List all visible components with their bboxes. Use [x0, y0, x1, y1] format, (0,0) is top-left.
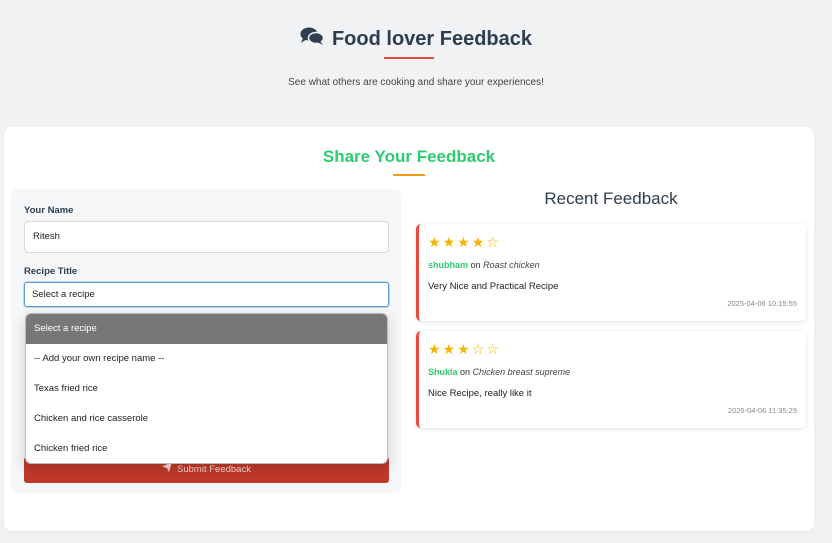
- page-subtitle: See what others are cooking and share yo…: [288, 77, 544, 88]
- section-underline: [393, 174, 425, 176]
- feedback-recipe: Roast chicken: [483, 260, 540, 270]
- share-feedback-title: Share Your Feedback: [322, 147, 496, 166]
- star-filled-icon: ★: [457, 234, 470, 250]
- dropdown-option[interactable]: Chicken and rice casserole: [26, 404, 387, 434]
- feedback-user: shubham: [428, 260, 469, 270]
- feedback-comment: Very Nice and Practical Recipe: [428, 281, 559, 292]
- recipe-label: Recipe Title: [24, 266, 78, 277]
- rating-stars: ★ ★ ★ ☆ ☆: [428, 342, 499, 356]
- star-filled-icon: ★: [442, 234, 456, 250]
- star-empty-icon: ☆: [486, 341, 499, 357]
- star-filled-icon: ★: [457, 341, 470, 357]
- title-underline: [384, 57, 434, 59]
- star-empty-icon: ☆: [486, 234, 499, 250]
- recent-feedback-title: Recent Feedback: [544, 189, 678, 208]
- star-filled-icon: ★: [442, 341, 456, 357]
- dropdown-option[interactable]: Chicken fried rice: [26, 434, 387, 463]
- page-title: Food lover Feedback: [0, 26, 832, 52]
- page-title-text: Food lover Feedback: [331, 27, 533, 50]
- star-empty-icon: ☆: [471, 341, 485, 357]
- feedback-item: ★ ★ ★ ☆ ☆ Shukla on Chicken breast supreme N…: [416, 331, 806, 428]
- name-input[interactable]: Ritesh: [24, 221, 389, 253]
- feedback-date: 2025-04-06 11:35:29: [727, 406, 797, 415]
- page-header: Food lover Feedback See what others are …: [0, 0, 832, 110]
- comments-icon: [300, 26, 325, 52]
- recipe-select[interactable]: Select a recipe: [24, 282, 389, 307]
- feedback-meta: shubham on Roast chicken: [428, 260, 540, 270]
- star-filled-icon: ★: [428, 341, 441, 357]
- feedback-on: on: [470, 260, 481, 270]
- name-label: Your Name: [24, 205, 74, 216]
- star-filled-icon: ★: [471, 234, 485, 250]
- dropdown-option[interactable]: Select a recipe: [26, 314, 387, 344]
- feedback-date: 2025-04-06 10:15:55: [727, 299, 797, 308]
- dropdown-option[interactable]: -- Add your own recipe name --: [26, 344, 387, 374]
- feedback-comment: Nice Recipe, really like it: [428, 388, 532, 399]
- dropdown-option[interactable]: Texas fried rice: [26, 374, 387, 404]
- feedback-on: on: [460, 367, 471, 377]
- star-filled-icon: ★: [428, 234, 441, 250]
- feedback-item: ★ ★ ★ ★ ☆ shubham on Roast chicken Very Nice…: [416, 224, 806, 321]
- feedback-user: Shukla: [428, 367, 458, 377]
- feedback-meta: Shukla on Chicken breast supreme: [428, 367, 570, 377]
- rating-stars: ★ ★ ★ ★ ☆: [428, 235, 499, 249]
- recipe-dropdown: Select a recipe -- Add your own recipe n…: [25, 313, 388, 464]
- feedback-recipe: Chicken breast supreme: [472, 367, 571, 377]
